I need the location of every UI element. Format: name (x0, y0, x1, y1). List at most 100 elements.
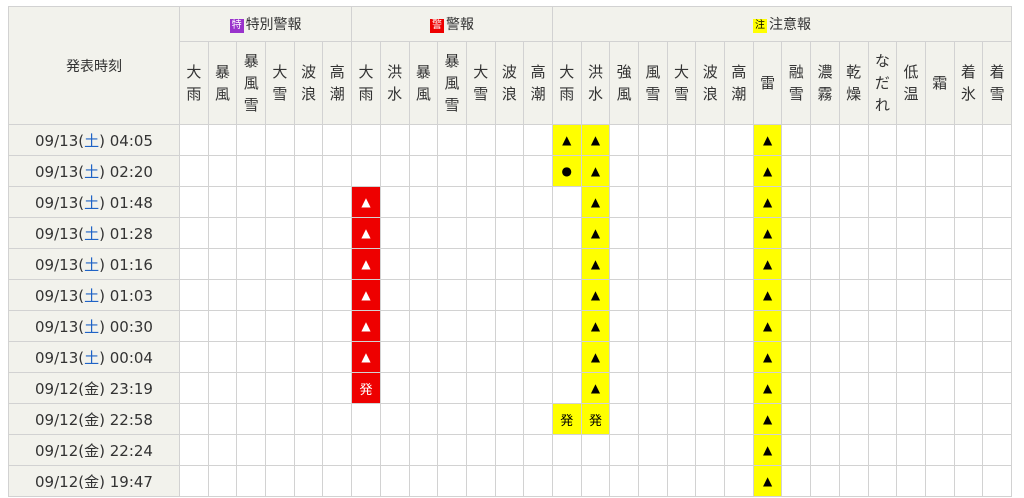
column-header-char: 高 (731, 63, 747, 81)
status-cell (982, 279, 1012, 311)
status-cell (982, 248, 1012, 280)
status-cell (494, 341, 525, 373)
column-header-char: 水 (587, 85, 603, 103)
issued-date: 09/13( (35, 286, 85, 305)
status-cell (437, 403, 467, 435)
status-cell (982, 372, 1012, 404)
issued-weekday: 金 (84, 379, 100, 398)
status-cell (982, 310, 1012, 342)
status-cell (638, 465, 668, 497)
status-cell (896, 217, 926, 249)
issued-date: 09/12( (35, 472, 85, 491)
table-row: 09/13(土) 00:04 ▲ ▲ ▲ (8, 341, 1012, 373)
status-cell (293, 155, 324, 187)
status-cell (609, 186, 639, 218)
issued-weekday: 金 (84, 441, 100, 460)
status-cell (609, 279, 639, 311)
issued-date: 09/13( (35, 224, 85, 243)
issued-clock: ) 00:04 (99, 348, 153, 367)
status-cell (724, 434, 754, 466)
status-cell (924, 403, 955, 435)
column-header-char: 雪 (674, 85, 690, 103)
status-cell (810, 217, 840, 249)
table-row: 09/13(土) 02:20 ● ▲ ▲ (8, 155, 1012, 187)
status-cell (207, 310, 238, 342)
column-header-char: な (874, 52, 890, 70)
status-cell (408, 124, 439, 156)
issued-time-cell: 09/12(金) 22:24 (8, 434, 180, 466)
status-cell (896, 279, 926, 311)
column-header-char: 波 (301, 63, 317, 81)
status-cell (609, 372, 639, 404)
status-cell (236, 124, 267, 156)
status-cell (867, 403, 898, 435)
status-cell (293, 279, 324, 311)
status-cell (265, 341, 295, 373)
status-cell (179, 279, 209, 311)
column-header-char: 低 (903, 63, 919, 81)
status-cell (179, 124, 209, 156)
status-cell (551, 248, 582, 280)
status-cell (465, 403, 496, 435)
status-cell (551, 372, 582, 404)
status-cell (953, 372, 984, 404)
status-cell (810, 465, 840, 497)
table-row: 09/13(土) 00:30 ▲ ▲ ▲ (8, 310, 1012, 342)
status-cell: ▲ (752, 372, 783, 404)
column-header-char: 風 (645, 63, 661, 81)
status-cell (953, 155, 984, 187)
status-cell (265, 434, 295, 466)
status-cell (265, 465, 295, 497)
status-cell (236, 434, 267, 466)
status-cell (494, 434, 525, 466)
status-cell (953, 186, 984, 218)
status-cell (293, 372, 324, 404)
column-header-6: 大雨 (351, 41, 381, 125)
column-header-8: 暴風 (408, 41, 439, 125)
status-cell (666, 403, 697, 435)
status-cell (781, 124, 812, 156)
status-cell (322, 465, 353, 497)
status-cell (437, 248, 467, 280)
column-header-char: 暴 (415, 63, 431, 81)
status-cell (351, 155, 381, 187)
status-cell (551, 186, 582, 218)
status-cell (638, 341, 668, 373)
status-cell (924, 310, 955, 342)
status-cell (322, 434, 353, 466)
status-cell (924, 248, 955, 280)
status-cell (494, 465, 525, 497)
status-cell (867, 465, 898, 497)
issued-clock: ) 22:58 (99, 410, 153, 429)
status-cell (838, 279, 869, 311)
status-cell (724, 155, 754, 187)
status-cell (351, 403, 381, 435)
status-cell (379, 341, 410, 373)
status-cell (551, 217, 582, 249)
status-cell (494, 217, 525, 249)
status-cell (322, 217, 353, 249)
status-cell (408, 279, 439, 311)
status-cell (781, 279, 812, 311)
status-cell (437, 310, 467, 342)
status-cell: ▲ (351, 248, 381, 280)
status-cell (179, 310, 209, 342)
issued-time-cell: 09/13(土) 01:28 (8, 217, 180, 249)
issued-weekday: 金 (84, 410, 100, 429)
status-cell (666, 155, 697, 187)
status-cell (781, 310, 812, 342)
status-cell (236, 248, 267, 280)
status-cell (265, 248, 295, 280)
status-cell (408, 310, 439, 342)
status-cell (236, 310, 267, 342)
issued-weekday: 金 (84, 472, 100, 491)
status-cell (379, 155, 410, 187)
status-cell (867, 186, 898, 218)
status-cell (695, 217, 726, 249)
status-cell (924, 434, 955, 466)
status-cell (236, 186, 267, 218)
table-row: 09/12(金) 22:24 ▲ (8, 434, 1012, 466)
status-cell (523, 341, 553, 373)
status-cell (465, 124, 496, 156)
status-cell (494, 310, 525, 342)
